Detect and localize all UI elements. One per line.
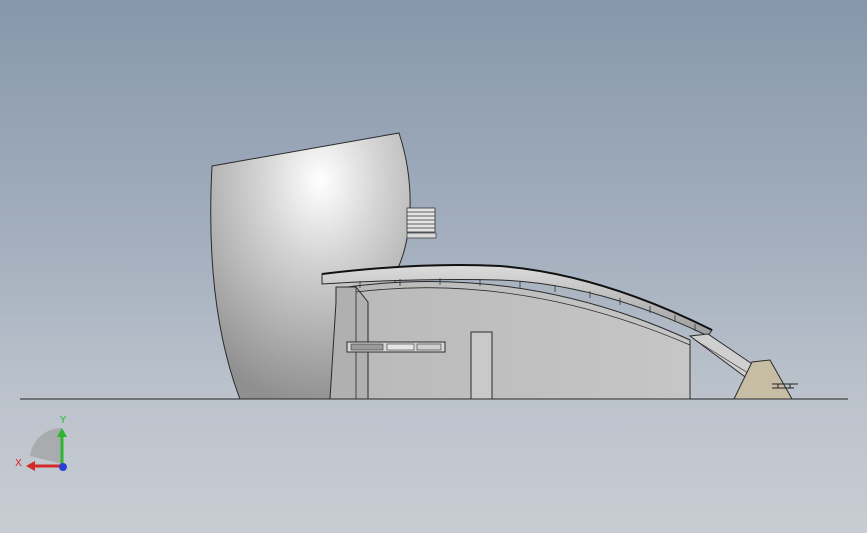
y-axis-label: Y [60,415,67,426]
triad-axes [26,427,67,471]
door[interactable] [470,331,493,400]
ribbon-window[interactable] [346,341,446,353]
model-view[interactable] [0,0,867,533]
tower-louver[interactable] [406,207,437,239]
cad-viewport[interactable]: Y X [0,0,867,533]
x-axis-label: X [15,458,22,469]
orientation-triad[interactable]: Y X [12,412,76,482]
